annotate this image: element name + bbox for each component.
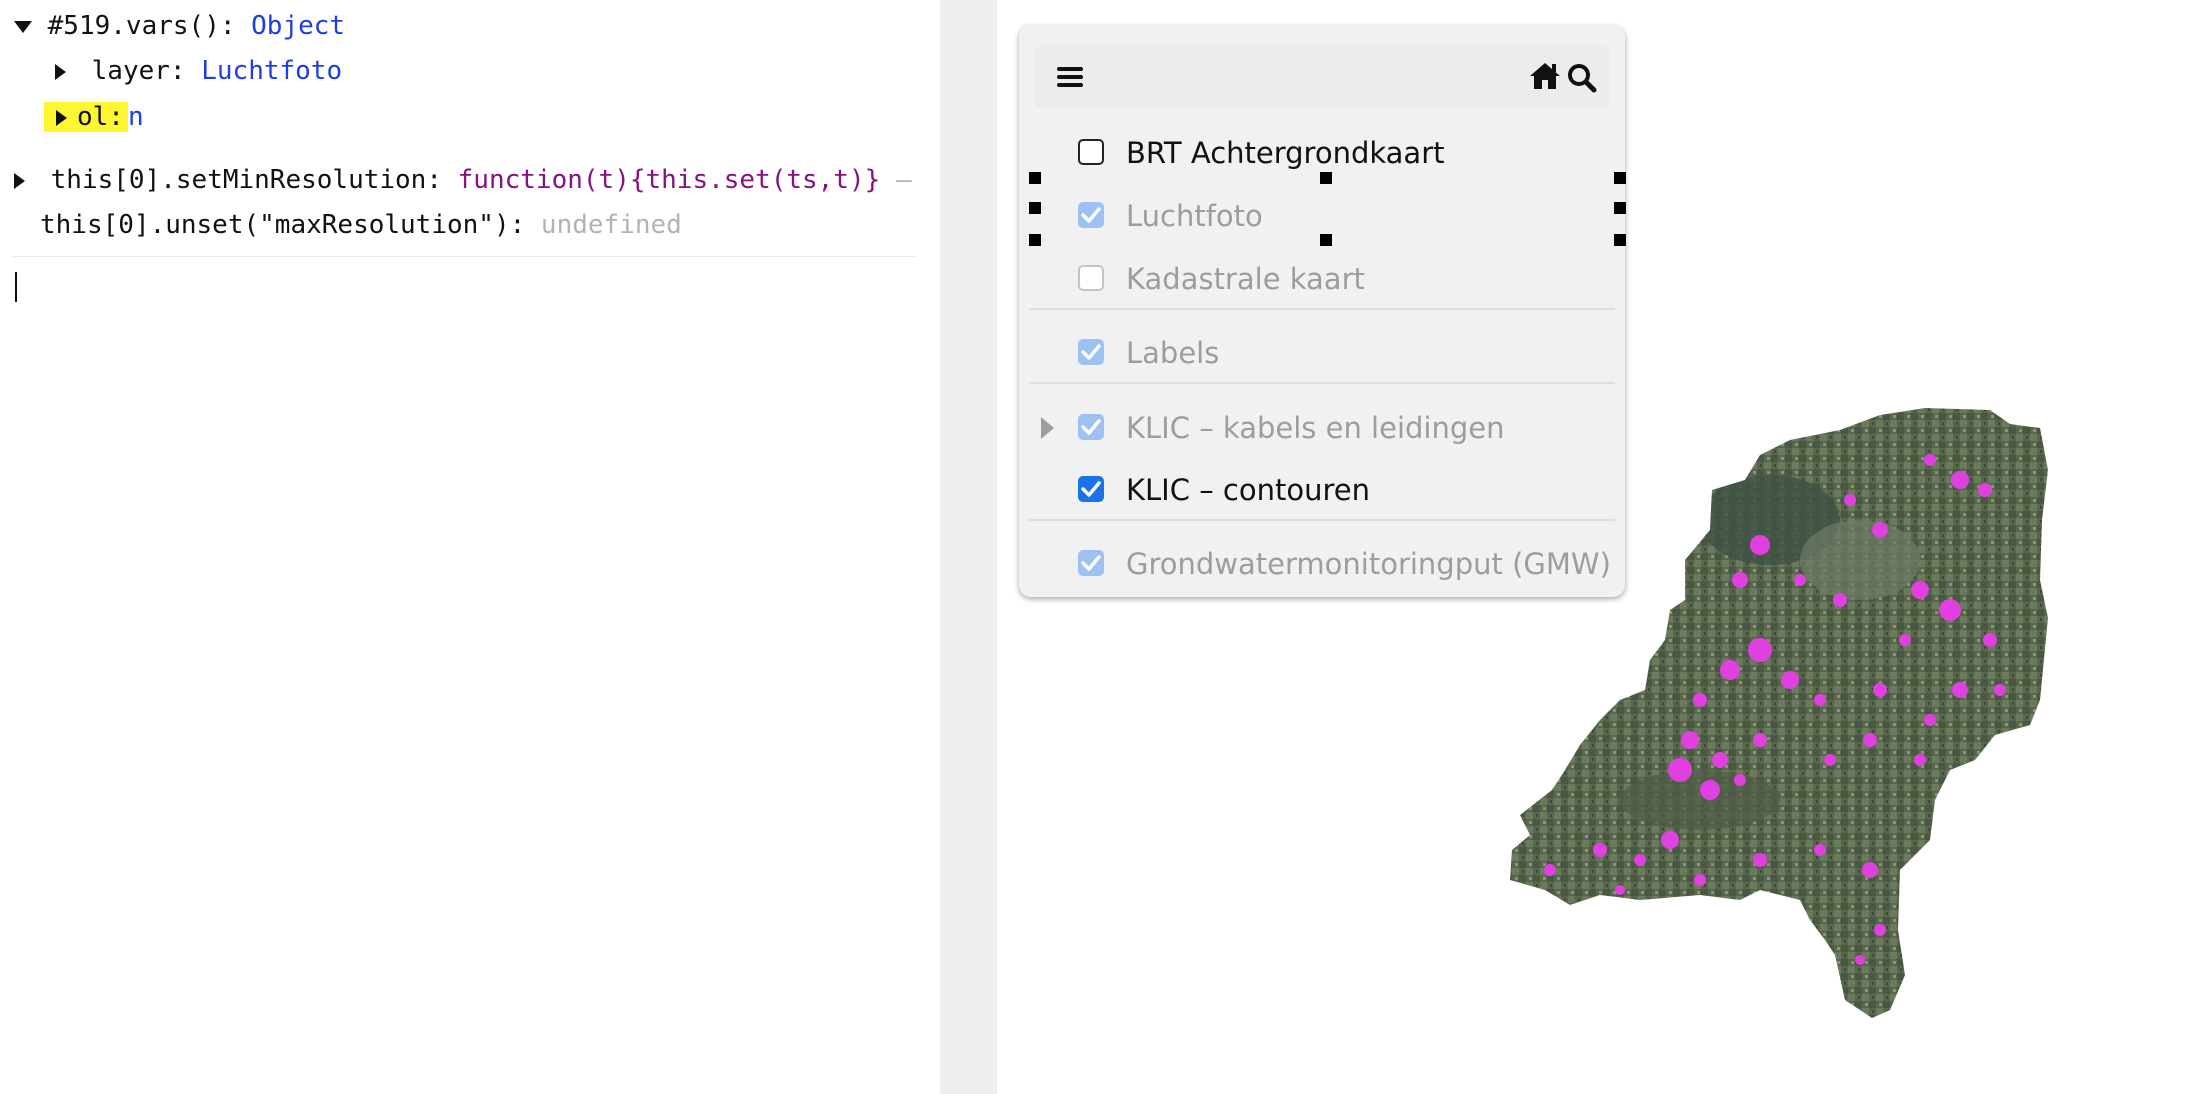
selection-handle[interactable] bbox=[1320, 172, 1332, 184]
console-expression: this[0].setMinResolution: bbox=[50, 165, 442, 195]
layer-checkbox[interactable] bbox=[1078, 202, 1104, 228]
layer-checkbox[interactable] bbox=[1078, 139, 1104, 165]
layer-label: KLIC – kabels en leidingen bbox=[1126, 411, 1505, 445]
console-key: layer: bbox=[91, 56, 186, 86]
expand-right-icon[interactable] bbox=[1041, 417, 1054, 439]
expand-down-icon[interactable] bbox=[14, 20, 32, 33]
selection-handle[interactable] bbox=[1029, 234, 1041, 246]
expand-right-icon[interactable] bbox=[56, 109, 67, 126]
selection-handle[interactable] bbox=[1614, 234, 1626, 246]
console-entry-layer[interactable]: layer: Luchtfoto bbox=[55, 53, 342, 89]
layer-group-divider bbox=[1029, 308, 1615, 310]
layer-label: KLIC – contouren bbox=[1126, 473, 1370, 507]
panel-splitter[interactable] bbox=[940, 0, 997, 1094]
layer-label: BRT Achtergrondkaart bbox=[1126, 136, 1445, 170]
layer-group-divider bbox=[1029, 519, 1615, 521]
console-value: undefined bbox=[540, 210, 682, 240]
layer-label: Luchtfoto bbox=[1126, 199, 1263, 233]
layer-checkbox[interactable] bbox=[1078, 476, 1104, 502]
selection-handle[interactable] bbox=[1029, 202, 1041, 214]
layer-item-grondwatermonitoringput[interactable]: Grondwatermonitoringput (GMW) bbox=[1019, 536, 1625, 592]
highlighted-key: ol: bbox=[44, 102, 128, 132]
layer-switcher-panel: BRT Achtergrondkaart Luchtfoto Kadastral… bbox=[1019, 25, 1625, 597]
console-input-caret[interactable] bbox=[15, 272, 17, 302]
console-entry-setminresolution[interactable]: this[0].setMinResolution: function(t){th… bbox=[14, 162, 912, 198]
expand-right-icon[interactable] bbox=[14, 172, 25, 189]
layer-item-klic-kabels-en-leidingen[interactable]: KLIC – kabels en leidingen bbox=[1019, 400, 1625, 456]
layer-label: Labels bbox=[1126, 336, 1220, 370]
console-value: Object bbox=[251, 11, 346, 41]
layer-item-kadastrale-kaart[interactable]: Kadastrale kaart bbox=[1019, 251, 1625, 307]
layer-switcher-toolbar bbox=[1035, 45, 1609, 109]
selection-handle[interactable] bbox=[1614, 202, 1626, 214]
selection-handle[interactable] bbox=[1614, 172, 1626, 184]
console-ellipsis: – bbox=[895, 165, 912, 195]
selection-handle[interactable] bbox=[1320, 234, 1332, 246]
console-panel: #519.vars(): Object layer: Luchtfoto ol:… bbox=[0, 0, 940, 1094]
console-entry-vars[interactable]: #519.vars(): Object bbox=[14, 8, 345, 44]
layer-checkbox[interactable] bbox=[1078, 414, 1104, 440]
console-expression: this[0].unset("maxResolution"): bbox=[40, 210, 526, 240]
console-value: Luchtfoto bbox=[201, 56, 343, 86]
console-entry-unset[interactable]: this[0].unset("maxResolution"): undefine… bbox=[40, 207, 682, 243]
console-value: n bbox=[127, 102, 144, 132]
hamburger-menu-icon[interactable] bbox=[1057, 65, 1083, 89]
layer-label: Kadastrale kaart bbox=[1126, 262, 1365, 296]
layer-checkbox[interactable] bbox=[1078, 550, 1104, 576]
console-expression: #519.vars(): bbox=[47, 11, 236, 41]
console-divider bbox=[12, 256, 915, 257]
layer-item-labels[interactable]: Labels bbox=[1019, 325, 1625, 381]
console-key: ol: bbox=[77, 102, 124, 132]
layer-item-klic-contouren[interactable]: KLIC – contouren bbox=[1019, 462, 1625, 518]
layer-checkbox[interactable] bbox=[1078, 265, 1104, 291]
map-view[interactable]: BRT Achtergrondkaart Luchtfoto Kadastral… bbox=[997, 0, 2212, 1094]
search-icon[interactable] bbox=[1567, 63, 1597, 93]
layer-label: Grondwatermonitoringput (GMW) bbox=[1126, 547, 1611, 581]
selection-handle[interactable] bbox=[1029, 172, 1041, 184]
layer-checkbox[interactable] bbox=[1078, 339, 1104, 365]
console-value: function(t){this.set(ts,t)} bbox=[457, 165, 881, 195]
console-entry-ol[interactable]: ol: n bbox=[44, 99, 144, 135]
expand-right-icon[interactable] bbox=[55, 63, 66, 80]
layer-group-divider bbox=[1029, 382, 1615, 384]
home-icon[interactable] bbox=[1529, 61, 1561, 91]
